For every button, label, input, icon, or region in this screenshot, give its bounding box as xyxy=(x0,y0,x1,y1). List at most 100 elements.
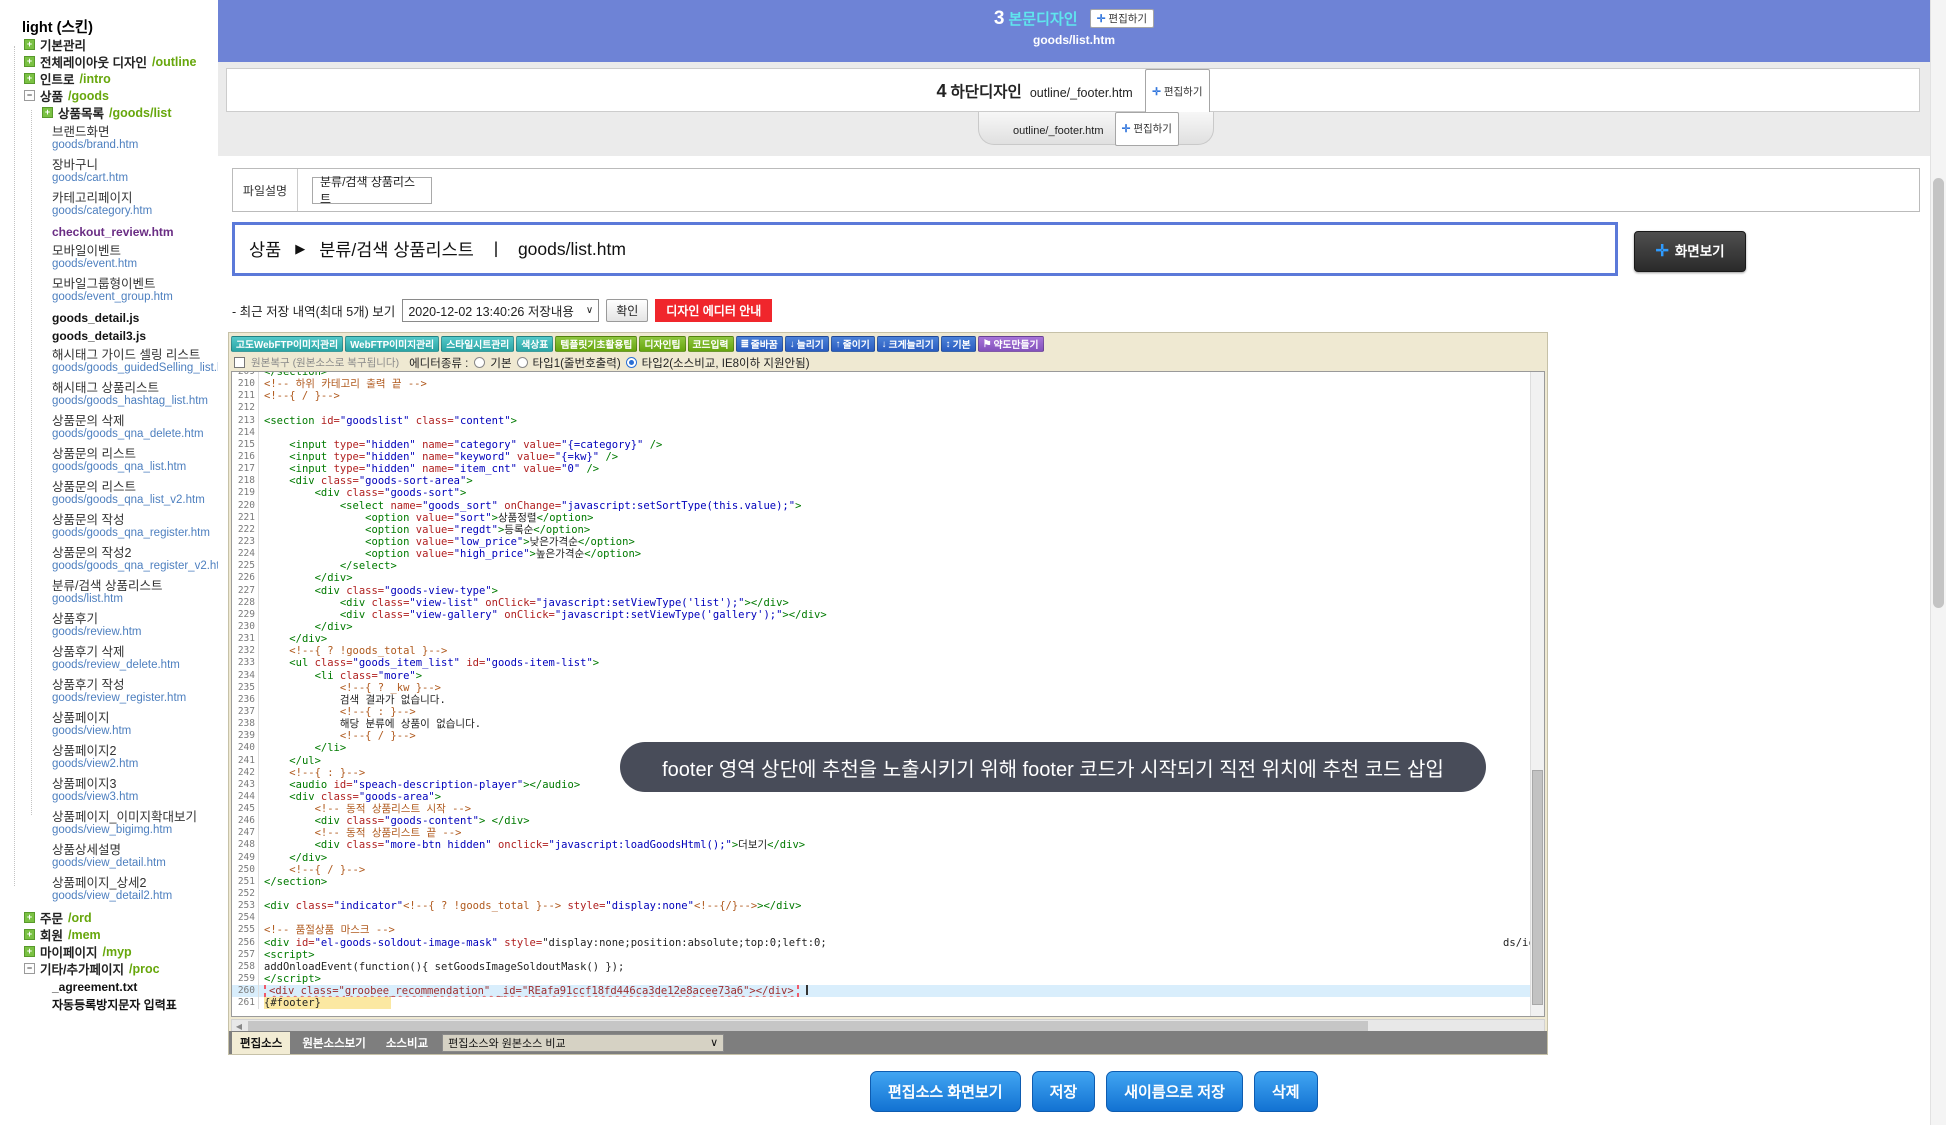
code-line[interactable]: 237 <!--{ : }--> xyxy=(232,706,1530,718)
tree-toggle-icon[interactable]: + xyxy=(42,107,53,118)
tree-file-item[interactable]: 상품문의 삭제goods/goods_qna_delete.htm xyxy=(0,414,218,441)
action-button-새이름으로 저장[interactable]: 새이름으로 저장 xyxy=(1106,1071,1243,1112)
toolbar-button-줄바꿈[interactable]: ≣줄바꿈 xyxy=(736,336,783,352)
file-description-input[interactable]: 분류/검색 상품리스트 xyxy=(312,177,432,204)
tree-file-item[interactable]: 장바구니goods/cart.htm xyxy=(0,158,218,185)
tree-file-item[interactable]: 자동등록방지문자 입력표 xyxy=(0,997,218,1013)
toolbar-button-코드입력[interactable]: 코드입력 xyxy=(688,336,734,352)
code-line[interactable]: 260<div class="groobee_recommendation" _… xyxy=(232,985,1530,997)
tree-file-path[interactable]: goods/view_detail.htm xyxy=(52,857,218,870)
code-line[interactable]: 250 <!--{ / }--> xyxy=(232,864,1530,876)
tree-file-path[interactable]: goods/goods_qna_list_v2.htm xyxy=(52,494,218,507)
screen-preview-button[interactable]: ✛화면보기 xyxy=(1634,231,1746,272)
code-line[interactable]: 216 <input type="hidden" name="keyword" … xyxy=(232,451,1530,463)
editor-type-radio-label[interactable]: 타입1(줄번호출력) xyxy=(533,355,621,371)
tree-file-path[interactable]: goods/goods_guidedSelling_list.htm xyxy=(52,362,218,375)
tree-file-path[interactable]: goods/goods_qna_list.htm xyxy=(52,461,218,474)
tree-toggle-icon[interactable]: + xyxy=(24,929,35,940)
code-line[interactable]: 231 </div> xyxy=(232,633,1530,645)
tree-node-상품목록[interactable]: +상품목록/goods/list xyxy=(0,104,218,121)
code-line[interactable]: 223 <option value="low_price">낮은가격순</opt… xyxy=(232,536,1530,548)
tree-file-name[interactable]: 상품상세설명 xyxy=(52,843,218,857)
code-text[interactable]: <script> xyxy=(264,949,1530,961)
tab-원본소스보기[interactable]: 원본소스보기 xyxy=(294,1032,373,1054)
code-text[interactable]: <div class="groobee_recommendation" _id=… xyxy=(264,985,1530,997)
toolbar-button-색상표[interactable]: 색상표 xyxy=(516,336,553,352)
code-text[interactable]: <div class="indicator"<!--{ ? !goods_tot… xyxy=(264,900,1530,912)
code-text[interactable]: <!-- 동적 상품리스트 시작 --> xyxy=(264,803,1530,815)
tree-file-item[interactable]: 상품페이지goods/view.htm xyxy=(0,711,218,738)
code-text[interactable]: </section> xyxy=(264,371,1530,378)
confirm-button[interactable]: 확인 xyxy=(606,299,648,322)
code-text[interactable]: </div> xyxy=(264,852,1530,864)
tree-file-name[interactable]: 장바구니 xyxy=(52,158,218,172)
code-text[interactable]: </div> xyxy=(264,572,1530,584)
tree-file-name[interactable]: 상품문의 삭제 xyxy=(52,414,218,428)
code-line[interactable]: 234 <li class="more"> xyxy=(232,670,1530,682)
tree-node-주문[interactable]: +주문/ord xyxy=(0,909,218,926)
code-text[interactable]: <!--{ : }--> xyxy=(264,706,1530,718)
toolbar-button-템플릿기초활용팁[interactable]: 템플릿기초활용팁 xyxy=(555,336,637,352)
editor-type-radio-label[interactable]: 기본 xyxy=(490,355,511,371)
code-text[interactable]: <!--{ ? _kw }--> xyxy=(264,682,1530,694)
tree-node-기타/추가페이지[interactable]: −기타/추가페이지/proc xyxy=(0,960,218,977)
code-line[interactable]: 247 <!-- 동적 상품리스트 끝 --> xyxy=(232,827,1530,839)
tree-file-item[interactable]: _agreement.txt xyxy=(0,979,218,995)
footer-token-highlight[interactable]: {#footer} xyxy=(264,997,391,1009)
tree-toggle-icon[interactable]: − xyxy=(24,90,35,101)
toolbar-button-디자인팁[interactable]: 디자인팁 xyxy=(639,336,685,352)
page-vertical-scrollbar[interactable] xyxy=(1930,0,1946,1125)
code-line[interactable]: 229 <div class="view-gallery" onClick="j… xyxy=(232,609,1530,621)
tree-file-name[interactable]: 상품페이지2 xyxy=(52,744,218,758)
code-line[interactable]: 255<!-- 품절상품 마스크 --> xyxy=(232,924,1530,936)
code-text[interactable]: <ul class="goods_item_list" id="goods-it… xyxy=(264,657,1530,669)
toolbar-button-크게늘리기[interactable]: ↓크게늘리기 xyxy=(877,336,939,352)
code-line[interactable]: 211<!--{ / }--> xyxy=(232,390,1530,402)
code-line[interactable]: 246 <div class="goods-content"> </div> xyxy=(232,815,1530,827)
toolbar-button-스타일시트관리[interactable]: 스타일시트관리 xyxy=(441,336,514,352)
tree-file-item[interactable]: 상품페이지_상세2goods/view_detail2.htm xyxy=(0,876,218,903)
tree-file-path[interactable]: goods/goods_qna_register.htm xyxy=(52,527,218,540)
code-text[interactable]: <div class="goods-content"> </div> xyxy=(264,815,1530,827)
code-editor[interactable]: 209</section>210<!-- 하위 카테고리 출력 끝 -->211… xyxy=(231,371,1545,1017)
tree-node-label[interactable]: 기타/추가페이지 xyxy=(40,959,124,978)
scrollbar-thumb[interactable] xyxy=(1532,770,1543,1005)
code-text[interactable]: <option value="low_price">낮은가격순</option> xyxy=(264,536,1530,548)
tree-file-item[interactable]: 상품문의 리스트goods/goods_qna_list_v2.htm xyxy=(0,480,218,507)
code-line[interactable]: 252 xyxy=(232,888,1530,900)
restore-original-checkbox[interactable] xyxy=(234,357,245,368)
save-history-select[interactable]: 2020-12-02 13:40:26 저장내용∨ xyxy=(402,299,599,322)
tree-node-label[interactable]: 상품목록 xyxy=(58,103,104,122)
tree-file-name[interactable]: 상품후기 작성 xyxy=(52,678,218,692)
tree-node-인트로[interactable]: +인트로/intro xyxy=(0,70,218,87)
code-text[interactable]: <option value="sort">상품정렬</option> xyxy=(264,512,1530,524)
code-text[interactable]: <div class="goods-area"> xyxy=(264,791,1530,803)
edit-footer-flap-button[interactable]: ✛ 편집하기 xyxy=(1115,112,1179,146)
code-line[interactable]: 221 <option value="sort">상품정렬</option> xyxy=(232,512,1530,524)
code-line[interactable]: 238 해당 분류에 상품이 없습니다. xyxy=(232,718,1530,730)
tree-file-item[interactable]: 상품후기 작성goods/review_register.htm xyxy=(0,678,218,705)
scrollbar-thumb[interactable] xyxy=(1933,178,1944,608)
editor-type-radio[interactable] xyxy=(517,357,528,368)
code-line[interactable]: 244 <div class="goods-area"> xyxy=(232,791,1530,803)
editor-vertical-scrollbar[interactable] xyxy=(1530,372,1544,1016)
editor-type-radio-label[interactable]: 타입2(소스비교, IE8이하 지원안됨) xyxy=(642,355,810,371)
code-text[interactable]: <select name="goods_sort" onChange="java… xyxy=(264,500,1530,512)
code-text[interactable]: <!--{ / }--> xyxy=(264,730,1530,742)
tree-file-path[interactable]: goods/view2.htm xyxy=(52,758,218,771)
toolbar-button-약도만들기[interactable]: ⚑약도만들기 xyxy=(978,336,1044,352)
tree-file-item[interactable]: 분류/검색 상품리스트goods/list.htm xyxy=(0,579,218,606)
toolbar-button-WebFTP이미지관리[interactable]: WebFTP이미지관리 xyxy=(345,336,439,352)
code-text[interactable] xyxy=(264,402,1530,414)
tree-file-item[interactable]: 모바일그룹형이벤트goods/event_group.htm xyxy=(0,277,218,304)
tree-file-item[interactable]: 해시태그 가이드 셀링 리스트goods/goods_guidedSelling… xyxy=(0,348,218,375)
tree-file-name[interactable]: 상품페이지_이미지확대보기 xyxy=(52,810,218,824)
code-line[interactable]: 248 <div class="more-btn hidden" onclick… xyxy=(232,839,1530,851)
tree-file-name[interactable]: 모바일그룹형이벤트 xyxy=(52,277,218,291)
tree-file-path[interactable]: goods/review.htm xyxy=(52,626,218,639)
tree-file-item[interactable]: 상품후기 삭제goods/review_delete.htm xyxy=(0,645,218,672)
tree-toggle-icon[interactable]: + xyxy=(24,56,35,67)
tree-file-item[interactable]: 해시태그 상품리스트goods/goods_hashtag_list.htm xyxy=(0,381,218,408)
action-button-편집소스 화면보기[interactable]: 편집소스 화면보기 xyxy=(870,1071,1021,1112)
code-line[interactable]: 219 <div class="goods-sort"> xyxy=(232,487,1530,499)
